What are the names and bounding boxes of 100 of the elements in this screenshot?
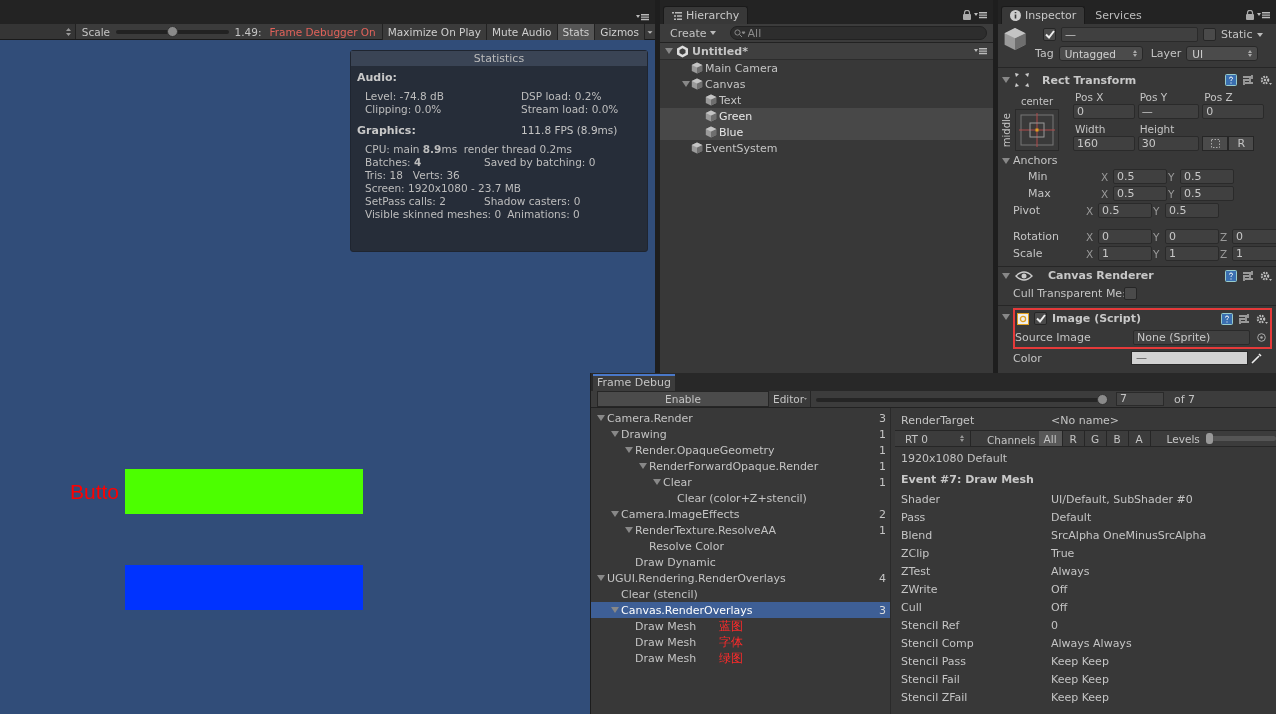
- channel-toggle[interactable]: All: [1038, 431, 1063, 446]
- axis-label: Z: [1220, 230, 1229, 243]
- rt-dropdown[interactable]: RT 0: [895, 431, 971, 446]
- event-row[interactable]: RenderForwardOpaque.Render 1: [591, 458, 890, 474]
- number-field[interactable]: 30: [1137, 136, 1200, 151]
- slider-thumb[interactable]: [1205, 433, 1213, 444]
- levels-slider[interactable]: [1205, 433, 1276, 444]
- enable-button[interactable]: Enable: [597, 391, 769, 407]
- event-slider[interactable]: [816, 393, 1108, 405]
- sliders-icon: [1242, 74, 1254, 86]
- scale-value: 1.49:: [233, 25, 263, 38]
- enabled-checkbox[interactable]: [1034, 312, 1047, 325]
- blueprint-mode-button[interactable]: [1202, 136, 1229, 151]
- cull-checkbox[interactable]: [1123, 286, 1137, 300]
- scene-name[interactable]: Untitled*: [692, 44, 748, 58]
- field-label: Pos Y: [1138, 91, 1169, 103]
- axis-label: X: [1101, 187, 1110, 200]
- resolution-text: 1920x1080 Default: [901, 451, 1008, 465]
- stat-text: Stream load: 0.0%: [521, 103, 620, 116]
- hierarchy-item[interactable]: Main Camera: [660, 60, 993, 76]
- number-field[interactable]: 0: [1202, 104, 1264, 119]
- number-field[interactable]: 0: [1073, 104, 1135, 119]
- panel-title: Statistics: [351, 51, 647, 66]
- info-icon: [1010, 10, 1021, 21]
- number-field[interactable]: 0.5: [1165, 203, 1219, 218]
- number-field[interactable]: 0: [1098, 229, 1152, 244]
- component-header[interactable]: Canvas Renderer: [998, 266, 1276, 284]
- hierarchy-item[interactable]: Canvas: [660, 76, 993, 92]
- number-field[interactable]: 0.5: [1113, 169, 1167, 184]
- event-row[interactable]: Draw Mesh 字体: [591, 634, 890, 650]
- hierarchy-item[interactable]: EventSystem: [660, 140, 993, 156]
- event-count: 1: [879, 427, 886, 441]
- event-row[interactable]: Camera.ImageEffects 2: [591, 506, 890, 522]
- layer-dropdown[interactable]: UI: [1186, 46, 1259, 61]
- property-value: Always Always: [1051, 636, 1132, 650]
- color-field[interactable]: —: [1131, 351, 1248, 365]
- field-label: Pos X: [1074, 91, 1105, 103]
- number-field[interactable]: 1: [1232, 246, 1276, 261]
- tag-dropdown[interactable]: Untagged: [1058, 46, 1143, 61]
- axis-label: X: [1086, 247, 1095, 260]
- field-label: Height: [1138, 123, 1176, 135]
- scale-slider[interactable]: [116, 26, 229, 37]
- event-number-field[interactable]: 7: [1116, 392, 1164, 406]
- event-row[interactable]: Clear 1: [591, 474, 890, 490]
- anchors-label[interactable]: Anchors: [1013, 154, 1058, 167]
- number-field[interactable]: 0: [1232, 229, 1276, 244]
- event-row[interactable]: Draw Dynamic: [591, 554, 890, 570]
- hierarchy-tab[interactable]: Hierarchy: [663, 6, 749, 24]
- hierarchy-item[interactable]: Text: [660, 92, 993, 108]
- event-label: RenderForwardOpaque.Render: [649, 459, 819, 473]
- property-name: ZWrite: [901, 582, 939, 596]
- number-field[interactable]: 1: [1165, 246, 1219, 261]
- axis-label: Y: [1153, 230, 1161, 243]
- slider-thumb[interactable]: [166, 26, 178, 37]
- event-row[interactable]: Clear (color+Z+stencil): [591, 490, 890, 506]
- number-field[interactable]: 0.5: [1113, 186, 1167, 201]
- channel-toggle[interactable]: A: [1128, 431, 1151, 446]
- inspector-tab[interactable]: Inspector: [1001, 6, 1086, 24]
- event-label: Draw Mesh: [635, 635, 697, 649]
- event-row[interactable]: Resolve Color: [591, 538, 890, 554]
- number-field[interactable]: 160: [1073, 136, 1135, 151]
- number-field[interactable]: 0.5: [1098, 203, 1152, 218]
- event-row[interactable]: Drawing 1: [591, 426, 890, 442]
- search-field[interactable]: All: [729, 26, 987, 40]
- inspector-tab[interactable]: Services: [1087, 6, 1150, 24]
- number-field[interactable]: 0.5: [1180, 169, 1234, 184]
- event-row[interactable]: Canvas.RenderOverlays 3: [591, 602, 890, 618]
- event-row[interactable]: UGUI.Rendering.RenderOverlays 4: [591, 570, 890, 586]
- event-row[interactable]: Draw Mesh 蓝图: [591, 618, 890, 634]
- expand-triangle-icon: [1002, 76, 1010, 84]
- property-name: Shader: [901, 492, 941, 506]
- number-field[interactable]: —: [1137, 104, 1200, 119]
- event-label: Draw Dynamic: [635, 555, 716, 569]
- number-field[interactable]: 1: [1098, 246, 1152, 261]
- property-name: Stencil Ref: [901, 618, 961, 632]
- hierarchy-item[interactable]: Green: [660, 108, 993, 124]
- sprite-field[interactable]: None (Sprite): [1133, 329, 1250, 345]
- number-field[interactable]: 0: [1165, 229, 1219, 244]
- property-value: 0: [1051, 618, 1058, 632]
- panel-menu-icon: [974, 46, 987, 55]
- event-row[interactable]: Draw Mesh 绿图: [591, 650, 890, 666]
- channel-toggle[interactable]: R: [1062, 431, 1085, 446]
- create-dropdown[interactable]: Create: [666, 25, 720, 41]
- frame-debug-tab[interactable]: Frame Debug: [593, 374, 675, 391]
- raw-edit-button[interactable]: R: [1228, 136, 1255, 151]
- component-header[interactable]: Rect Transform: [998, 71, 1276, 89]
- channel-toggle[interactable]: B: [1106, 431, 1129, 446]
- active-checkbox[interactable]: [1043, 28, 1056, 41]
- slider-thumb[interactable]: [1097, 393, 1108, 405]
- component-header[interactable]: Image (Script): [1015, 310, 1270, 327]
- event-row[interactable]: Render.OpaqueGeometry 1: [591, 442, 890, 458]
- cube-icon: [705, 110, 717, 122]
- hierarchy-item[interactable]: Blue: [660, 124, 993, 140]
- event-row[interactable]: RenderTexture.ResolveAA 1: [591, 522, 890, 538]
- number-field[interactable]: 0.5: [1180, 186, 1234, 201]
- event-row[interactable]: Camera.Render 3: [591, 410, 890, 426]
- channel-toggle[interactable]: G: [1084, 431, 1107, 446]
- event-row[interactable]: Clear (stencil): [591, 586, 890, 602]
- name-field[interactable]: —: [1061, 27, 1198, 42]
- static-checkbox[interactable]: [1203, 28, 1216, 41]
